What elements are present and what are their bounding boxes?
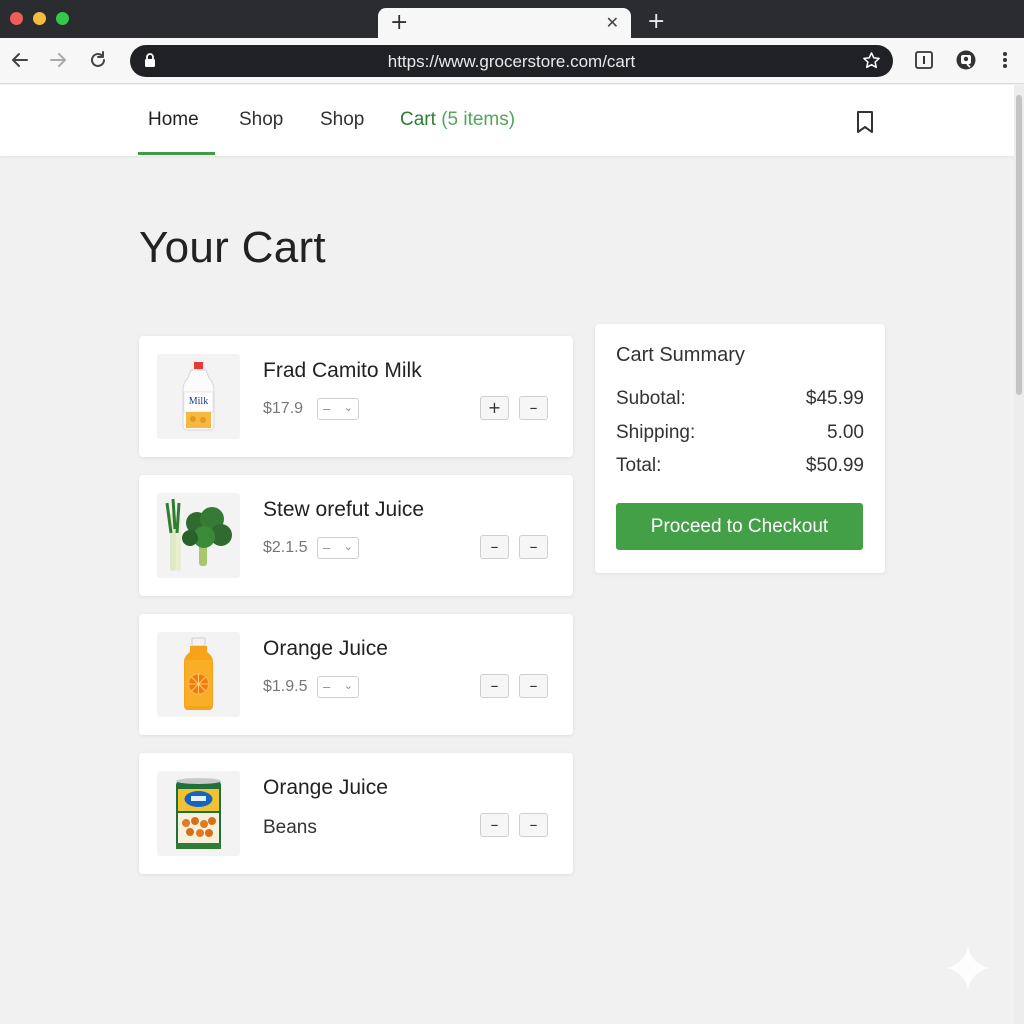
active-tab-indicator (138, 152, 215, 155)
cart-item: Orange Juice Beans – – (139, 753, 573, 874)
quantity-value: – (323, 401, 331, 416)
bean-can-image (176, 778, 221, 849)
total-row: Total: $50.99 (616, 455, 864, 477)
page-title: Your Cart (139, 223, 326, 272)
decrease-quantity-button[interactable]: – (519, 396, 548, 420)
nav-cart-link[interactable]: Cart (5 items) (400, 109, 515, 131)
extension-icon (915, 51, 933, 69)
subtotal-row: Subotal: $45.99 (616, 388, 864, 410)
quantity-select[interactable]: – ⌄ (317, 676, 359, 698)
bookmark-button[interactable] (853, 109, 877, 135)
quantity-value: – (323, 540, 331, 555)
shipping-label: Shipping: (616, 422, 696, 443)
shipping-row: Shipping: 5.00 (616, 422, 864, 444)
item-price: $1.9.5 (263, 678, 308, 695)
broccoli-leek-image (165, 498, 232, 571)
back-button[interactable] (8, 48, 32, 72)
nav-home-link[interactable]: Home (148, 109, 199, 131)
url-text: https://www.grocerstore.com/cart (387, 52, 636, 71)
decrease-quantity-button[interactable]: – (519, 813, 548, 837)
site-nav: Home Shop Shop Cart (5 items) (0, 85, 1014, 156)
item-price: $2.1.5 (263, 539, 308, 556)
extension-button[interactable] (913, 49, 935, 71)
profile-button[interactable] (955, 49, 977, 71)
shipping-value: 5.00 (827, 422, 864, 443)
scrollbar-thumb[interactable] (1016, 95, 1022, 395)
item-subtitle: Beans (263, 817, 317, 838)
decrease-quantity-button[interactable]: – (519, 674, 548, 698)
new-tab-button[interactable]: + (647, 9, 665, 35)
subtotal-label: Subotal: (616, 388, 686, 409)
forward-button[interactable] (46, 48, 70, 72)
back-arrow-icon (12, 53, 28, 67)
quantity-value: – (323, 679, 331, 694)
reload-icon (91, 51, 105, 67)
window-minimize-button[interactable] (33, 12, 46, 25)
total-label: Total: (616, 455, 662, 476)
item-name[interactable]: Orange Juice (263, 637, 388, 661)
browser-toolbar: https://www.grocerstore.com/cart (0, 38, 1024, 84)
chevron-down-icon: ⌄ (343, 402, 353, 414)
milk-bottle-image: Milk (182, 362, 215, 431)
nav-cart-label: Cart (400, 109, 436, 130)
decrease-quantity-button[interactable]: – (480, 674, 509, 698)
product-image: Milk (157, 354, 240, 439)
forward-arrow-icon (50, 53, 66, 67)
nav-shop-link-2[interactable]: Shop (320, 109, 364, 131)
decrease-quantity-button[interactable]: – (480, 813, 509, 837)
orange-juice-bottle-image (184, 637, 213, 710)
item-name[interactable]: Orange Juice (263, 776, 388, 800)
profile-icon (956, 50, 976, 70)
bookmark-icon (857, 111, 873, 133)
browser-tab[interactable]: + ✕ (378, 8, 631, 38)
sparkle-icon (946, 946, 990, 990)
tab-plus-icon: + (390, 10, 409, 35)
total-value: $50.99 (805, 455, 864, 476)
star-icon[interactable] (862, 51, 881, 70)
decrease-quantity-button[interactable]: – (519, 535, 548, 559)
more-vertical-icon (1003, 52, 1007, 68)
increase-quantity-button[interactable]: + (480, 396, 509, 420)
cart-count-badge: (5 items) (441, 109, 516, 130)
cart-item: Orange Juice $1.9.5 – ⌄ – – (139, 614, 573, 735)
chevron-down-icon: ⌄ (343, 541, 353, 553)
summary-title: Cart Summary (616, 344, 745, 366)
address-bar[interactable]: https://www.grocerstore.com/cart (130, 45, 893, 77)
reload-button[interactable] (86, 48, 110, 72)
browser-menu-button[interactable] (994, 49, 1016, 71)
item-name[interactable]: Frad Camito Milk (263, 359, 422, 383)
item-name[interactable]: Stew orefut Juice (263, 498, 424, 522)
checkout-button[interactable]: Proceed to Checkout (616, 503, 863, 550)
nav-shop-link[interactable]: Shop (239, 109, 283, 131)
cart-item: Milk Frad Camito Milk $17.9 – ⌄ + – (139, 336, 573, 457)
product-image (157, 771, 240, 856)
item-price: $17.9 (263, 400, 304, 417)
browser-titlebar: + ✕ + (0, 0, 1024, 38)
product-image (157, 632, 240, 717)
tab-close-button[interactable]: ✕ (606, 12, 619, 34)
product-image (157, 493, 240, 578)
chevron-down-icon: ⌄ (343, 680, 353, 692)
window-close-button[interactable] (10, 12, 23, 25)
page-scrollbar[interactable] (1014, 85, 1024, 1024)
decrease-quantity-button[interactable]: – (480, 535, 509, 559)
subtotal-value: $45.99 (805, 388, 864, 409)
cart-item: Stew orefut Juice $2.1.5 – ⌄ – – (139, 475, 573, 596)
quantity-select[interactable]: – ⌄ (317, 398, 359, 420)
quantity-select[interactable]: – ⌄ (317, 537, 359, 559)
milk-label-text: Milk (189, 396, 208, 407)
window-maximize-button[interactable] (56, 12, 69, 25)
cart-summary: Cart Summary Subotal: $45.99 Shipping: 5… (595, 324, 885, 573)
